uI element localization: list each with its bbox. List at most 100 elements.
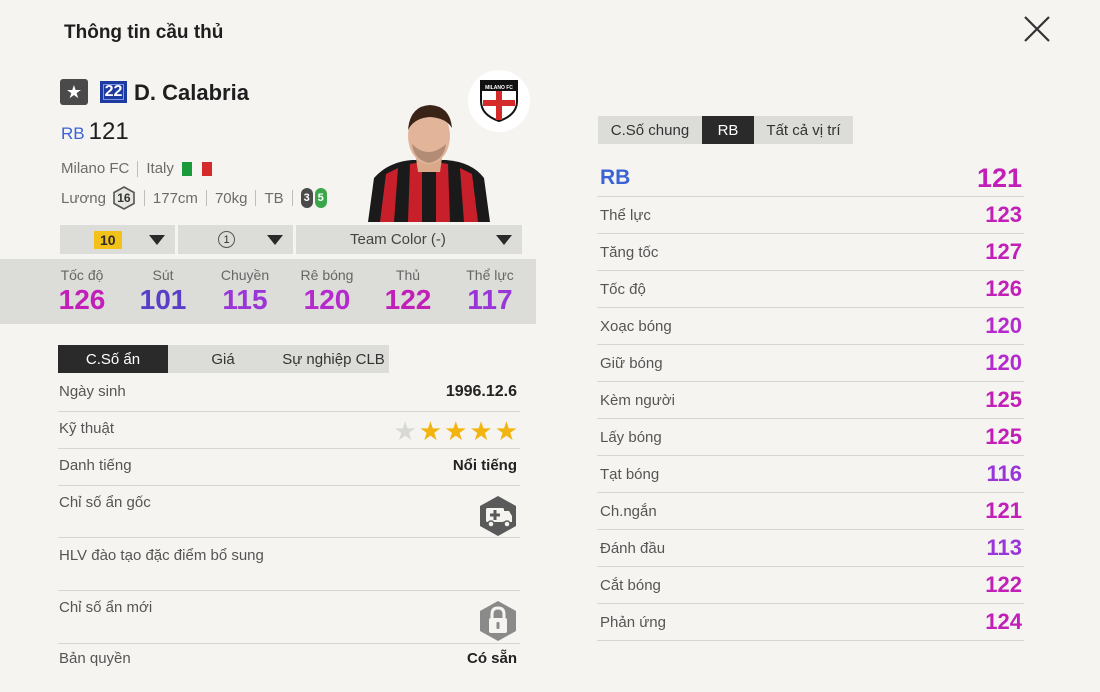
star-icon: ★: [469, 416, 493, 446]
position-ovr: RB 121: [61, 118, 129, 146]
tab-club-career[interactable]: Sự nghiệp CLB: [278, 345, 389, 373]
stat-label: Tốc độ: [60, 267, 104, 283]
right-tab-bar: C.Số chung RB Tất cả vị trí: [598, 116, 853, 144]
upgrade-level-dropdown[interactable]: 10: [60, 225, 175, 254]
tab-all-positions[interactable]: Tất cả vị trí: [754, 116, 853, 144]
stat-label: Thể lực: [600, 206, 651, 224]
coach-row: HLV đào tạo đặc điểm bổ sung: [58, 547, 520, 591]
stat-value: 126: [58, 284, 106, 315]
position-stats-list: RB 121 Thể lực 123 Tăng tốc 127 Tốc độ 1…: [597, 160, 1024, 641]
star-icon: ★: [494, 416, 518, 446]
star-icon: ★: [444, 416, 468, 446]
stat-defending: Thủ 122: [368, 267, 448, 316]
stat-label: Phản ứng: [600, 613, 666, 631]
tab-hidden-stats[interactable]: C.Số ẩn: [58, 345, 168, 373]
salary-value: 16: [117, 191, 131, 205]
stat-value: 101: [139, 284, 187, 315]
stat-label: Ch.ngắn: [600, 502, 657, 520]
tab-general-stats[interactable]: C.Số chung: [598, 116, 702, 144]
player-info-line: Lương 16 177cm 70kg TB 3 5: [61, 186, 327, 210]
stat-row: Cắt bóng 122: [597, 567, 1024, 604]
stat-row: Phản ứng 124: [597, 604, 1024, 641]
stat-row: Ch.ngắn 121: [597, 493, 1024, 530]
birth-row: Ngày sinh 1996.12.6: [58, 383, 520, 412]
stat-label: Thể lực: [466, 267, 514, 283]
weight-value: 70kg: [214, 189, 248, 207]
hidden-new-label: Chỉ số ẩn mới: [59, 599, 153, 616]
hidden-new-row: Chỉ số ẩn mới: [58, 599, 520, 644]
stat-value: 120: [303, 284, 351, 315]
stat-label: RB: [600, 166, 631, 189]
stat-value: 124: [985, 609, 1022, 634]
birth-label: Ngày sinh: [59, 383, 126, 400]
stat-value: 122: [384, 284, 432, 315]
fame-label: Danh tiếng: [59, 457, 132, 474]
club-nation-line: Milano FC Italy: [61, 160, 212, 177]
stat-label: Rê bóng: [300, 267, 354, 283]
skill-row: Kỹ thuật ★ ★ ★ ★ ★: [58, 416, 520, 449]
team-color-label: Team Color (-): [350, 231, 446, 248]
divider: [291, 190, 293, 206]
stat-label: Sút: [152, 267, 174, 283]
stat-row: Kèm người 125: [597, 382, 1024, 419]
stat-row: Đánh đầu 113: [597, 530, 1024, 567]
lock-icon[interactable]: [478, 599, 518, 643]
position-label: RB: [61, 124, 85, 143]
stat-row: Tăng tốc 127: [597, 234, 1024, 271]
stat-label: Lấy bóng: [600, 428, 662, 446]
stat-physical: Thể lực 117: [450, 267, 530, 316]
birth-value: 1996.12.6: [445, 383, 517, 400]
stat-label: Giữ bóng: [600, 354, 663, 372]
stat-row: Tốc độ 126: [597, 271, 1024, 308]
ambulance-icon[interactable]: [478, 494, 518, 538]
stat-value: 126: [985, 276, 1022, 301]
team-color-dropdown[interactable]: Team Color (-): [296, 225, 522, 254]
left-tab-bar: C.Số ẩn Giá Sự nghiệp CLB: [58, 345, 389, 373]
skill-level-dropdown[interactable]: 1: [178, 225, 293, 254]
stat-label: Tăng tốc: [600, 243, 659, 261]
stat-value: 125: [985, 424, 1022, 449]
weak-foot-icon: 3: [300, 188, 313, 208]
player-photo: [368, 105, 490, 222]
stat-row: Tạt bóng 116: [597, 456, 1024, 493]
page-title: Thông tin cầu thủ: [64, 22, 224, 43]
chevron-down-icon: [149, 234, 165, 245]
fame-value: Nổi tiếng: [452, 457, 517, 474]
star-icon: ★: [60, 79, 88, 105]
stat-row: Xoạc bóng 120: [597, 308, 1024, 345]
divider: [255, 190, 257, 206]
skill-label: Kỹ thuật: [59, 420, 115, 437]
jersey-number-badge: 22: [100, 81, 127, 103]
stat-passing: Chuyền 115: [205, 267, 285, 316]
body-type: TB: [264, 189, 284, 207]
divider: [143, 190, 145, 206]
stat-value: 125: [985, 387, 1022, 412]
stat-value: 121: [976, 162, 1022, 193]
height-value: 177cm: [152, 189, 198, 207]
stat-row: Giữ bóng 120: [597, 345, 1024, 382]
nation-name: Italy: [146, 160, 174, 177]
chevron-down-icon: [267, 234, 283, 245]
close-icon[interactable]: [1022, 14, 1052, 44]
divider: [137, 160, 139, 177]
player-name: D. Calabria: [134, 80, 249, 105]
stat-value: 115: [222, 284, 268, 315]
tab-rb[interactable]: RB: [702, 116, 754, 144]
tab-price[interactable]: Giá: [168, 345, 278, 373]
coach-label: HLV đào tạo đặc điểm bổ sung: [59, 547, 264, 564]
salary-label: Lương: [61, 189, 106, 207]
club-logo-text: MILANO FC: [485, 85, 513, 91]
stat-value: 123: [985, 202, 1022, 227]
stat-value: 113: [986, 535, 1023, 560]
stat-label: Thủ: [395, 267, 421, 283]
fame-row: Danh tiếng Nổi tiếng: [58, 457, 520, 486]
club-name: Milano FC: [61, 160, 130, 177]
stat-row: Thể lực 123: [597, 197, 1024, 234]
stat-label: Tạt bóng: [600, 465, 660, 483]
stat-value: 120: [985, 313, 1022, 338]
skill-level-value: 1: [218, 231, 235, 248]
stat-label: Tốc độ: [600, 280, 646, 298]
star-icon: ★: [418, 416, 443, 446]
ovr-value: 121: [88, 118, 129, 145]
stat-row: Lấy bóng 125: [597, 419, 1024, 456]
